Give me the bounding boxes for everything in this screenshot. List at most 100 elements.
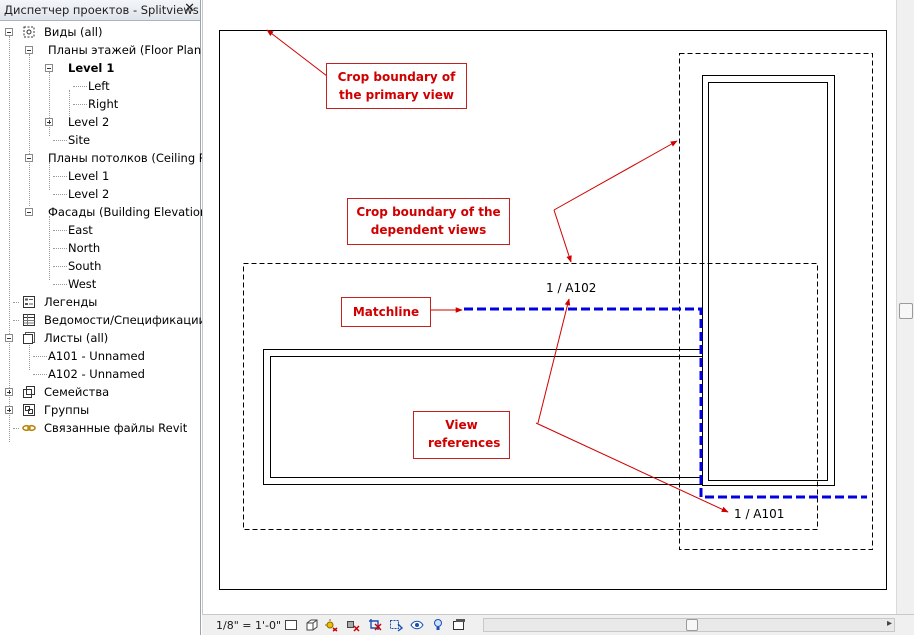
- constraints-icon[interactable]: [452, 618, 466, 632]
- collapse-toggle[interactable]: [45, 64, 53, 72]
- schedule-icon: [23, 314, 35, 326]
- tree-node-right[interactable]: Right: [0, 95, 200, 113]
- sun-path-icon[interactable]: [324, 618, 338, 632]
- expand-toggle[interactable]: [5, 388, 13, 396]
- families-icon: [23, 386, 35, 398]
- tree-node-east[interactable]: East: [0, 221, 200, 239]
- tree-node-ceiling-level-1[interactable]: Level 1: [0, 167, 200, 185]
- tree-node-site[interactable]: Site: [0, 131, 200, 149]
- collapse-toggle[interactable]: [5, 28, 13, 36]
- tree-node-label: A101 - Unnamed: [48, 349, 145, 363]
- tree-node-label: Level 2: [68, 187, 110, 201]
- tree-node-label: Виды (all): [44, 25, 103, 39]
- leader-viewref-1: [537, 298, 571, 424]
- dependent-crop-boundary-bottom: [243, 263, 818, 530]
- tree-node-sheets[interactable]: Листы (all): [0, 329, 200, 347]
- tree-node-label: Level 2: [68, 115, 110, 129]
- tree-node-label: North: [68, 241, 101, 255]
- callout-matchline: Matchline: [341, 297, 431, 327]
- shadows-icon[interactable]: [346, 618, 360, 632]
- tree-node-label: Легенды: [44, 295, 98, 309]
- tree-node-elevations[interactable]: Фасады (Building Elevation: [0, 203, 207, 221]
- tree-node-families[interactable]: Семейства: [0, 383, 200, 401]
- tree-node-label: Level 1: [68, 169, 110, 183]
- leader-primary: [266, 29, 328, 77]
- tree-node-label: Right: [88, 97, 119, 111]
- collapse-toggle[interactable]: [25, 46, 33, 54]
- sheet-border: [219, 30, 887, 590]
- collapse-toggle[interactable]: [25, 208, 33, 216]
- tree-node-label: Связанные файлы Revit: [44, 421, 188, 435]
- scroll-right-arrow-icon[interactable]: ▸: [887, 618, 892, 629]
- tree-node-revit-links[interactable]: Связанные файлы Revit: [0, 419, 200, 437]
- tree-node-legends[interactable]: Легенды: [0, 293, 200, 311]
- project-browser-titlebar: Диспетчер проектов - Splitviews ✕: [0, 0, 200, 21]
- expand-toggle[interactable]: [45, 118, 53, 126]
- tree-node-label: Листы (all): [44, 331, 109, 345]
- building-wall-inner: [708, 82, 828, 481]
- callout-dependent-crop: Crop boundary of the dependent views: [347, 198, 510, 245]
- link-icon: [22, 424, 36, 432]
- tree-node-label: Семейства: [44, 385, 110, 399]
- tree-node-level-2[interactable]: Level 2: [0, 113, 200, 131]
- horizontal-scrollbar[interactable]: ▸: [483, 618, 895, 632]
- view-reference-bottom[interactable]: 1 / A101: [734, 507, 784, 521]
- tree-node-left[interactable]: Left: [0, 77, 200, 95]
- lightbulb-icon[interactable]: [431, 618, 445, 632]
- project-browser: Диспетчер проектов - Splitviews ✕ Виды (…: [0, 0, 209, 635]
- tree-node-label: Планы этажей (Floor Plan): [48, 43, 206, 57]
- tree-node-west[interactable]: West: [0, 275, 200, 293]
- tree-node-south[interactable]: South: [0, 257, 200, 275]
- callout-primary-crop: Crop boundary of the primary view: [326, 63, 467, 109]
- crop-view-icon[interactable]: [368, 618, 382, 632]
- tree-node-schedules[interactable]: Ведомости/Спецификации: [0, 311, 206, 329]
- show-crop-icon[interactable]: [389, 618, 403, 632]
- tree-node-label: A102 - Unnamed: [48, 367, 145, 381]
- callout-view-references: View references: [413, 411, 510, 459]
- collapse-toggle[interactable]: [5, 334, 13, 342]
- tree-node-label: East: [68, 223, 93, 237]
- tree-node-label: Фасады (Building Elevation: [48, 205, 208, 219]
- leader-viewref-2: [535, 422, 729, 513]
- tree-node-groups[interactable]: Группы: [0, 401, 200, 419]
- tree-node-ceiling-level-2[interactable]: Level 2: [0, 185, 200, 203]
- vertical-scrollbar[interactable]: [896, 0, 914, 614]
- tree-node-sheet-a102[interactable]: A102 - Unnamed: [0, 365, 200, 383]
- tree-node-sheet-a101[interactable]: A101 - Unnamed: [0, 347, 200, 365]
- tree-node-label: Site: [68, 133, 91, 147]
- tree-node-label: Группы: [44, 403, 90, 417]
- expand-toggle[interactable]: [5, 406, 13, 414]
- leader-dependent-2: [553, 209, 572, 263]
- tree-node-label: Ведомости/Спецификации: [44, 313, 207, 327]
- tree-node-views[interactable]: Виды (all): [0, 23, 200, 41]
- building-wall-outer: [702, 75, 835, 486]
- view-control-bar: 1/8" = 1'-0" ▸: [202, 614, 914, 635]
- project-browser-title: Диспетчер проектов - Splitviews: [4, 3, 199, 17]
- view-reference-top[interactable]: 1 / A102: [546, 281, 596, 295]
- vertical-scroll-thumb[interactable]: [899, 303, 913, 319]
- horizontal-scroll-thumb[interactable]: [686, 619, 698, 631]
- groups-icon: [23, 404, 35, 416]
- tree-node-floor-plans[interactable]: Планы этажей (Floor Plan): [0, 41, 206, 59]
- leader-dependent-1: [553, 140, 678, 211]
- tree-node-label: Планы потолков (Ceiling Pl: [48, 151, 209, 165]
- sheets-icon: [23, 332, 35, 344]
- detail-level-icon[interactable]: [284, 618, 298, 632]
- drawing-svg: [219, 29, 887, 590]
- tree-node-north[interactable]: North: [0, 239, 200, 257]
- matchline: [464, 307, 867, 499]
- tree-node-label: West: [68, 277, 97, 291]
- tree-node-label: South: [68, 259, 102, 273]
- tree-node-label: Level 1: [68, 61, 115, 75]
- visual-style-icon[interactable]: [305, 618, 319, 632]
- close-icon[interactable]: ✕: [184, 1, 195, 16]
- tree-node-level-1[interactable]: Level 1: [0, 59, 200, 77]
- view-scale[interactable]: 1/8" = 1'-0": [216, 619, 281, 632]
- collapse-toggle[interactable]: [25, 154, 33, 162]
- tree-node-label: Left: [88, 79, 110, 93]
- tree-node-ceiling-plans[interactable]: Планы потолков (Ceiling Pl: [0, 149, 209, 167]
- legend-icon: [23, 296, 35, 308]
- drawing-canvas[interactable]: 1 / A102 1 / A101 Crop boundary of the p…: [202, 0, 914, 614]
- temporary-hide-icon[interactable]: [410, 618, 424, 632]
- views-icon: [23, 26, 35, 38]
